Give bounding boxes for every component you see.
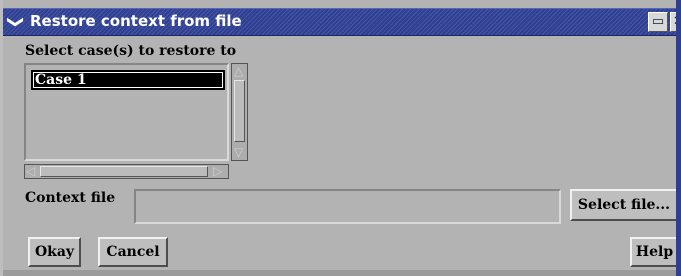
help-button[interactable]: Help: [630, 237, 679, 267]
case-list-vertical-scrollbar[interactable]: △ ▽: [231, 63, 248, 161]
scroll-left-icon[interactable]: ◁: [26, 165, 35, 177]
titlebar[interactable]: ❯ Restore context from file ▭ ✕: [3, 8, 681, 36]
maximize-icon[interactable]: ▭: [648, 12, 668, 32]
cancel-button[interactable]: Cancel: [98, 237, 168, 267]
scroll-down-icon[interactable]: ▽: [234, 146, 243, 158]
case-list-horizontal-scrollbar[interactable]: ◁ ▷: [24, 164, 229, 179]
scroll-right-icon[interactable]: ▷: [213, 165, 222, 177]
window-right-edge: [676, 0, 681, 276]
chevron-down-icon[interactable]: ❯: [7, 13, 26, 31]
context-file-label: Context file: [25, 190, 116, 206]
vertical-scroll-thumb[interactable]: [234, 80, 245, 142]
context-file-input[interactable]: [134, 189, 561, 224]
window-title: Restore context from file: [30, 12, 242, 30]
select-file-button[interactable]: Select file...: [570, 189, 678, 221]
scroll-up-icon[interactable]: △: [234, 65, 243, 77]
horizontal-scroll-thumb[interactable]: [40, 166, 208, 177]
window-bottom-edge: [3, 270, 679, 276]
restore-context-dialog: ❯ Restore context from file ▭ ✕ Select c…: [3, 0, 681, 276]
okay-button[interactable]: Okay: [28, 237, 81, 267]
cases-label: Select case(s) to restore to: [25, 43, 237, 59]
case-item-1[interactable]: Case 1: [31, 70, 225, 90]
case-listbox[interactable]: Case 1: [24, 63, 229, 161]
